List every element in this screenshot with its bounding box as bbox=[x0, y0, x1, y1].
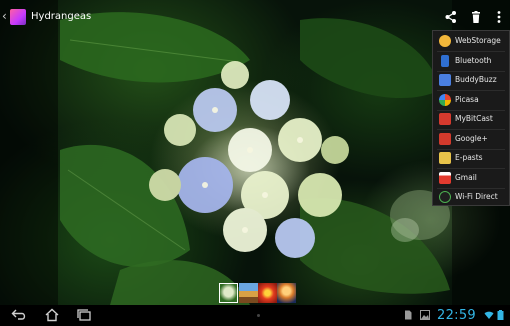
action-bar: ‹ Hydrangeas bbox=[0, 0, 510, 34]
mybitcast-icon bbox=[439, 113, 451, 125]
system-navigation-bar: 22:59 bbox=[0, 305, 510, 326]
hydrangea-thumb[interactable] bbox=[219, 283, 238, 303]
share-item-e-pasts[interactable]: E-pasts bbox=[433, 149, 510, 168]
trash-icon[interactable] bbox=[469, 10, 483, 24]
page-indicator-dot bbox=[257, 314, 260, 317]
back-icon[interactable] bbox=[11, 308, 27, 322]
clock[interactable]: 22:59 bbox=[437, 308, 476, 323]
share-item-label: WebStorage bbox=[455, 36, 501, 45]
gmail-icon bbox=[439, 171, 451, 184]
gallery-icon bbox=[420, 310, 430, 320]
webstorage-icon bbox=[439, 35, 451, 47]
flower-red-thumb[interactable] bbox=[258, 283, 277, 303]
home-icon[interactable] bbox=[44, 308, 60, 322]
wifi-direct-icon bbox=[439, 191, 451, 203]
share-item-buddybuzz[interactable]: BuddyBuzz bbox=[433, 71, 510, 90]
bluetooth-icon bbox=[441, 54, 449, 67]
jellyfish-thumb[interactable] bbox=[277, 283, 296, 303]
share-item-webstorage[interactable]: WebStorage bbox=[433, 32, 510, 51]
back-caret-icon[interactable]: ‹ bbox=[2, 9, 10, 23]
filmstrip bbox=[219, 283, 297, 303]
share-item-google-plus[interactable]: Google+ bbox=[433, 130, 510, 149]
recent-apps-icon[interactable] bbox=[76, 308, 92, 322]
share-menu: WebStorage Bluetooth BuddyBuzz Picasa My… bbox=[432, 30, 510, 206]
album-title[interactable]: Hydrangeas bbox=[31, 10, 91, 24]
google-plus-icon bbox=[439, 132, 451, 145]
share-item-label: MyBitCast bbox=[455, 114, 493, 123]
share-item-picasa[interactable]: Picasa bbox=[433, 91, 510, 110]
document-icon bbox=[405, 310, 412, 320]
overflow-menu-icon[interactable] bbox=[492, 10, 506, 24]
share-item-label: Google+ bbox=[455, 133, 488, 143]
battery-icon bbox=[497, 310, 504, 320]
gallery-screen: ‹ Hydrangeas WebStorage Bluetooth BuddyB… bbox=[0, 0, 510, 326]
share-item-label: E-pasts bbox=[455, 153, 483, 162]
share-item-label: BuddyBuzz bbox=[455, 75, 497, 84]
share-item-wifi-direct[interactable]: Wi-Fi Direct bbox=[433, 188, 510, 207]
share-item-label: Bluetooth bbox=[455, 55, 492, 65]
share-item-mybitcast[interactable]: MyBitCast bbox=[433, 110, 510, 129]
picasa-icon bbox=[439, 93, 451, 106]
share-item-label: Wi-Fi Direct bbox=[455, 192, 498, 201]
buddybuzz-icon bbox=[439, 74, 451, 86]
landscape-thumb[interactable] bbox=[239, 283, 258, 303]
share-icon[interactable] bbox=[444, 10, 458, 24]
wifi-icon bbox=[484, 311, 494, 319]
share-item-label: Picasa bbox=[455, 94, 479, 104]
album-thumbnail-icon[interactable] bbox=[10, 9, 26, 25]
email-icon bbox=[439, 152, 451, 164]
share-item-label: Gmail bbox=[455, 172, 477, 182]
share-item-gmail[interactable]: Gmail bbox=[433, 169, 510, 188]
share-item-bluetooth[interactable]: Bluetooth bbox=[433, 52, 510, 71]
